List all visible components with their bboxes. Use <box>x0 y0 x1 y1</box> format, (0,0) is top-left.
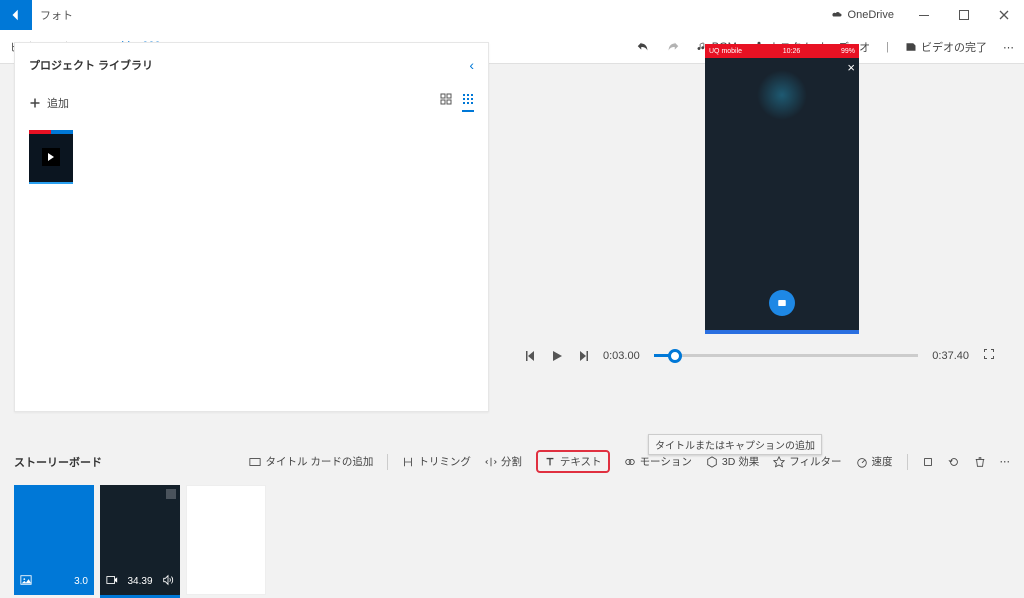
add-media-button[interactable]: 追加 <box>29 95 69 111</box>
text-label: テキスト <box>560 454 602 469</box>
trim-label: トリミング <box>418 454 471 469</box>
grid-small-button[interactable] <box>462 93 474 112</box>
playback-controls: 0:03.00 0:37.40 <box>525 348 995 363</box>
filter-icon <box>773 456 785 468</box>
clip-duration: 34.39 <box>127 576 152 587</box>
grid-large-button[interactable] <box>440 93 452 112</box>
rotate-button[interactable] <box>948 456 960 468</box>
window-controls: OneDrive <box>831 0 1024 30</box>
close-icon <box>998 9 1010 21</box>
thumb-stripe <box>29 130 73 134</box>
speed-button[interactable]: 速度 <box>856 454 893 469</box>
preview-close-icon: × <box>847 60 855 75</box>
maximize-icon <box>958 9 970 21</box>
prev-frame-button[interactable] <box>525 350 537 362</box>
skip-back-icon <box>525 350 537 362</box>
grid-small-icon <box>462 93 474 105</box>
3d-label: 3D 効果 <box>722 454 759 469</box>
maximize-button[interactable] <box>944 0 984 30</box>
storyboard-clip[interactable]: 3.0 <box>14 485 94 595</box>
video-icon <box>106 574 118 589</box>
text-tooltip: タイトルまたはキャプションの追加 <box>648 434 822 455</box>
seek-bar[interactable] <box>654 354 919 357</box>
rotate-icon <box>948 456 960 468</box>
image-icon <box>20 574 32 589</box>
3d-button[interactable]: 3D 効果 <box>706 454 759 469</box>
storyboard-empty-slot[interactable] <box>186 485 266 595</box>
preview-glow <box>757 70 807 120</box>
fullscreen-icon <box>983 348 995 360</box>
phone-statusbar: UQ mobile 10:26 99% <box>705 44 859 58</box>
storyboard-title: ストーリーボード <box>14 454 102 470</box>
thumb-play-icon <box>42 148 60 166</box>
speed-icon <box>856 456 868 468</box>
onedrive-button[interactable]: OneDrive <box>831 9 894 21</box>
delete-button[interactable] <box>974 456 986 468</box>
plus-icon <box>29 97 41 109</box>
title-card-label: タイトル カードの追加 <box>265 454 373 469</box>
library-clip-thumb[interactable] <box>29 130 73 184</box>
grid-large-icon <box>440 93 452 105</box>
cube-icon <box>706 456 718 468</box>
next-frame-button[interactable] <box>577 350 589 362</box>
total-time: 0:37.40 <box>932 350 969 362</box>
arrow-left-icon <box>9 8 23 22</box>
split-label: 分割 <box>501 454 522 469</box>
clip-strip: 3.0 34.39 <box>14 485 1010 595</box>
split-button[interactable]: 分割 <box>485 454 522 469</box>
split-icon <box>485 456 497 468</box>
play-button[interactable] <box>551 350 563 362</box>
more-storyboard-button[interactable]: ⋯ <box>1000 456 1011 468</box>
clip-select-indicator <box>166 489 176 499</box>
library-title: プロジェクト ライブラリ <box>29 57 153 73</box>
motion-label: モーション <box>640 454 692 469</box>
text-icon <box>544 456 556 468</box>
thumb-underline <box>29 182 73 184</box>
motion-button[interactable]: モーション <box>624 454 692 469</box>
motion-icon <box>624 456 636 468</box>
clip-duration: 3.0 <box>74 576 88 587</box>
minimize-button[interactable] <box>904 0 944 30</box>
separator <box>907 454 908 470</box>
play-icon <box>551 350 563 362</box>
filter-button[interactable]: フィルター <box>773 454 841 469</box>
status-battery: 99% <box>841 48 855 55</box>
text-button[interactable]: テキスト <box>536 450 610 473</box>
minimize-icon <box>918 9 930 21</box>
back-button[interactable] <box>0 0 32 30</box>
project-library: プロジェクト ライブラリ ‹ 追加 <box>14 42 489 412</box>
add-label: 追加 <box>47 95 69 111</box>
storyboard-tools: タイトル カードの追加 トリミング 分割 テキスト モーション 3D 効果 フィ… <box>249 450 1010 473</box>
audio-icon <box>162 574 174 589</box>
collapse-library-button[interactable]: ‹ <box>469 57 474 73</box>
status-carrier: UQ mobile <box>709 48 742 55</box>
preview-fab-icon <box>769 290 795 316</box>
trim-button[interactable]: トリミング <box>402 454 471 469</box>
trash-icon <box>974 456 986 468</box>
close-button[interactable] <box>984 0 1024 30</box>
more-button[interactable]: ⋯ <box>1003 41 1014 54</box>
cloud-icon <box>831 9 843 21</box>
crop-button[interactable] <box>922 456 934 468</box>
status-time: 10:26 <box>783 48 801 55</box>
onedrive-label: OneDrive <box>848 9 894 21</box>
app-name: フォト <box>40 7 73 23</box>
title-bar: フォト OneDrive <box>0 0 1024 30</box>
skip-forward-icon <box>577 350 589 362</box>
trim-icon <box>402 456 414 468</box>
seek-knob[interactable] <box>668 349 682 363</box>
fullscreen-button[interactable] <box>983 348 995 363</box>
title-card-button[interactable]: タイトル カードの追加 <box>249 454 373 469</box>
video-preview[interactable]: UQ mobile 10:26 99% × <box>705 44 859 334</box>
card-icon <box>249 456 261 468</box>
crop-icon <box>922 456 934 468</box>
view-toggle <box>440 93 474 112</box>
storyboard-clip[interactable]: 34.39 <box>100 485 180 595</box>
speed-label: 速度 <box>872 454 893 469</box>
separator <box>387 454 388 470</box>
storyboard: ストーリーボード タイトル カードの追加 トリミング 分割 テキスト モーション… <box>14 450 1010 595</box>
filter-label: フィルター <box>789 454 841 469</box>
preview-panel: UQ mobile 10:26 99% × 0:03.00 0:37.40 <box>525 44 995 363</box>
current-time: 0:03.00 <box>603 350 640 362</box>
